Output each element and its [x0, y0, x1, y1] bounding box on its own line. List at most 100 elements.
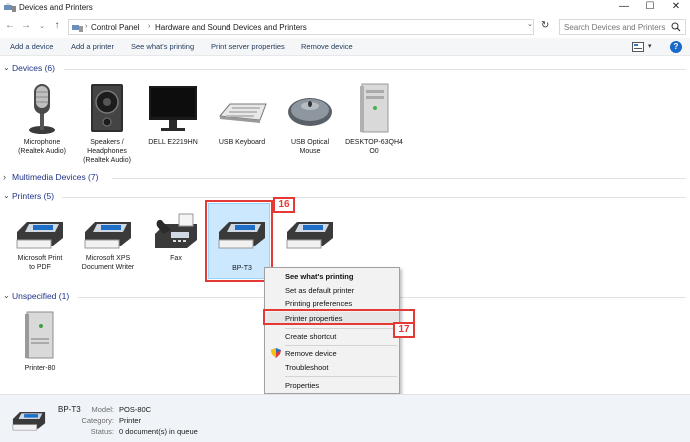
group-divider [112, 178, 686, 179]
microphone-icon [29, 84, 55, 134]
minimize-button[interactable]: — [612, 0, 636, 15]
monitor-icon [149, 86, 197, 131]
menu-separator [285, 376, 397, 377]
print-server-properties-button[interactable]: Print server properties [211, 42, 285, 51]
device-label-line: USB Optical [290, 139, 330, 146]
breadcrumb-separator-icon: › [227, 23, 230, 30]
device-mouse[interactable]: USB Optical Mouse [280, 80, 340, 156]
search-icon[interactable] [671, 22, 681, 32]
mouse-icon [288, 98, 332, 126]
add-printer-button[interactable]: Add a printer [71, 42, 114, 51]
menu-item-remove-device[interactable]: Remove device [285, 349, 337, 358]
menu-item-properties[interactable]: Properties [285, 381, 319, 390]
menu-item-see-whats-printing[interactable]: See what's printing [285, 272, 353, 281]
menu-item-set-default-printer[interactable]: Set as default printer [285, 286, 354, 295]
printer-bp-t3[interactable]: BP-T3 [212, 212, 272, 273]
address-dropdown-icon[interactable]: ⌄ [527, 20, 533, 28]
help-button[interactable]: ? [670, 41, 682, 53]
printer-icon [286, 222, 333, 249]
computer-tower-icon [360, 83, 389, 133]
speaker-icon [91, 84, 123, 132]
back-arrow-icon[interactable]: ← [4, 20, 16, 31]
context-menu: See what's printing Set as default print… [264, 267, 400, 394]
printer-icon [84, 222, 131, 249]
keyboard-icon [219, 103, 267, 123]
device-label-line: Microsoft Print [17, 255, 63, 262]
details-category-value: Printer [119, 416, 142, 425]
device-label-line: Microphone [23, 139, 61, 146]
device-printer-80[interactable]: Printer-80 [10, 308, 70, 373]
device-label-line: DESKTOP-63QH4 [345, 139, 403, 146]
details-model-key: Model: [91, 405, 114, 414]
device-keyboard[interactable]: USB Keyboard [212, 80, 272, 147]
address-bar[interactable]: › Control Panel › Hardware and Sound › D… [68, 19, 534, 35]
group-devices-header[interactable]: ⌄ Devices (6) [0, 62, 690, 76]
group-printers-header[interactable]: ⌄ Printers (5) [0, 190, 690, 204]
menu-separator [285, 345, 397, 346]
device-label-line: to PDF [29, 264, 51, 271]
expand-chevron-icon[interactable]: › [3, 172, 6, 182]
fax-icon [155, 213, 197, 248]
device-microphone[interactable]: Microphone (Realtek Audio) [12, 80, 72, 156]
printer-icon [12, 412, 46, 431]
view-options-icon[interactable] [632, 42, 644, 52]
group-multimedia-header[interactable]: › Multimedia Devices (7) [0, 171, 690, 185]
details-status-key: Status: [90, 427, 114, 436]
details-model-value: POS-80C [119, 405, 152, 414]
breadcrumb-devices-printers[interactable]: Devices and Printers [233, 23, 307, 32]
recent-locations-icon[interactable]: ⌄ [36, 22, 48, 30]
devices-printers-icon [4, 3, 16, 12]
see-whats-printing-button[interactable]: See what's printing [131, 42, 194, 51]
window-title: Devices and Printers [19, 3, 93, 12]
server-icon [25, 311, 54, 359]
search-box[interactable] [559, 19, 686, 35]
group-title: Multimedia Devices (7) [12, 172, 99, 182]
details-pane: BP-T3 Model: POS-80C Category: Printer S… [0, 394, 690, 442]
printer-icon [16, 222, 63, 249]
device-label-line: BP-T3 [232, 265, 252, 272]
close-button[interactable]: ✕ [664, 0, 688, 15]
group-title: Printers (5) [12, 191, 55, 201]
device-computer[interactable]: DESKTOP-63QH4 O0 [344, 80, 404, 156]
remove-device-button[interactable]: Remove device [301, 42, 353, 51]
device-speakers[interactable]: Speakers / Headphones (Realtek Audio) [77, 80, 137, 165]
group-title: Unspecified (1) [12, 291, 70, 301]
refresh-icon[interactable]: ↻ [541, 20, 549, 31]
device-label-line: Mouse [299, 148, 321, 155]
device-label-line: (Realtek Audio) [18, 148, 66, 155]
printer-microsoft-xps[interactable]: Microsoft XPS Document Writer [78, 212, 138, 272]
device-label-line: Document Writer [81, 264, 135, 271]
printer-icon [218, 222, 265, 249]
collapse-chevron-icon[interactable]: ⌄ [3, 291, 10, 300]
device-label-line: Speakers / [90, 139, 124, 146]
details-status-value: 0 document(s) in queue [119, 427, 198, 436]
up-arrow-icon[interactable]: ↑ [51, 20, 63, 31]
device-monitor[interactable]: DELL E2219HN [143, 80, 203, 147]
breadcrumb-hardware-sound[interactable]: Hardware and Sound [155, 23, 231, 32]
add-device-button[interactable]: Add a device [10, 42, 53, 51]
maximize-button[interactable]: ☐ [638, 0, 662, 15]
group-divider [62, 197, 686, 198]
menu-item-troubleshoot[interactable]: Troubleshoot [285, 363, 329, 372]
menu-item-printing-preferences[interactable]: Printing preferences [285, 299, 352, 308]
printer-microsoft-print-to-pdf[interactable]: Microsoft Print to PDF [10, 212, 70, 272]
annotation-step-badge: 16 [273, 197, 295, 213]
device-label-line: Headphones [87, 148, 127, 155]
device-label-line: O0 [369, 148, 379, 155]
collapse-chevron-icon[interactable]: ⌄ [3, 191, 10, 200]
breadcrumb-control-panel[interactable]: Control Panel [91, 23, 139, 32]
breadcrumb-separator-icon: › [85, 23, 88, 30]
printer-fax[interactable]: Fax [146, 212, 206, 263]
shield-icon [271, 348, 281, 358]
device-label-line: USB Keyboard [218, 139, 266, 146]
menu-item-create-shortcut[interactable]: Create shortcut [285, 332, 336, 341]
breadcrumb-separator-icon: › [148, 23, 151, 30]
forward-arrow-icon[interactable]: → [20, 20, 32, 31]
device-label-line: (Realtek Audio) [83, 157, 131, 164]
view-dropdown-icon[interactable]: ▾ [648, 42, 652, 50]
search-input[interactable] [560, 20, 670, 34]
command-bar: Add a device Add a printer See what's pr… [0, 38, 690, 56]
printer-fifth[interactable] [280, 212, 340, 254]
collapse-chevron-icon[interactable]: ⌄ [3, 63, 10, 72]
group-divider [64, 69, 686, 70]
